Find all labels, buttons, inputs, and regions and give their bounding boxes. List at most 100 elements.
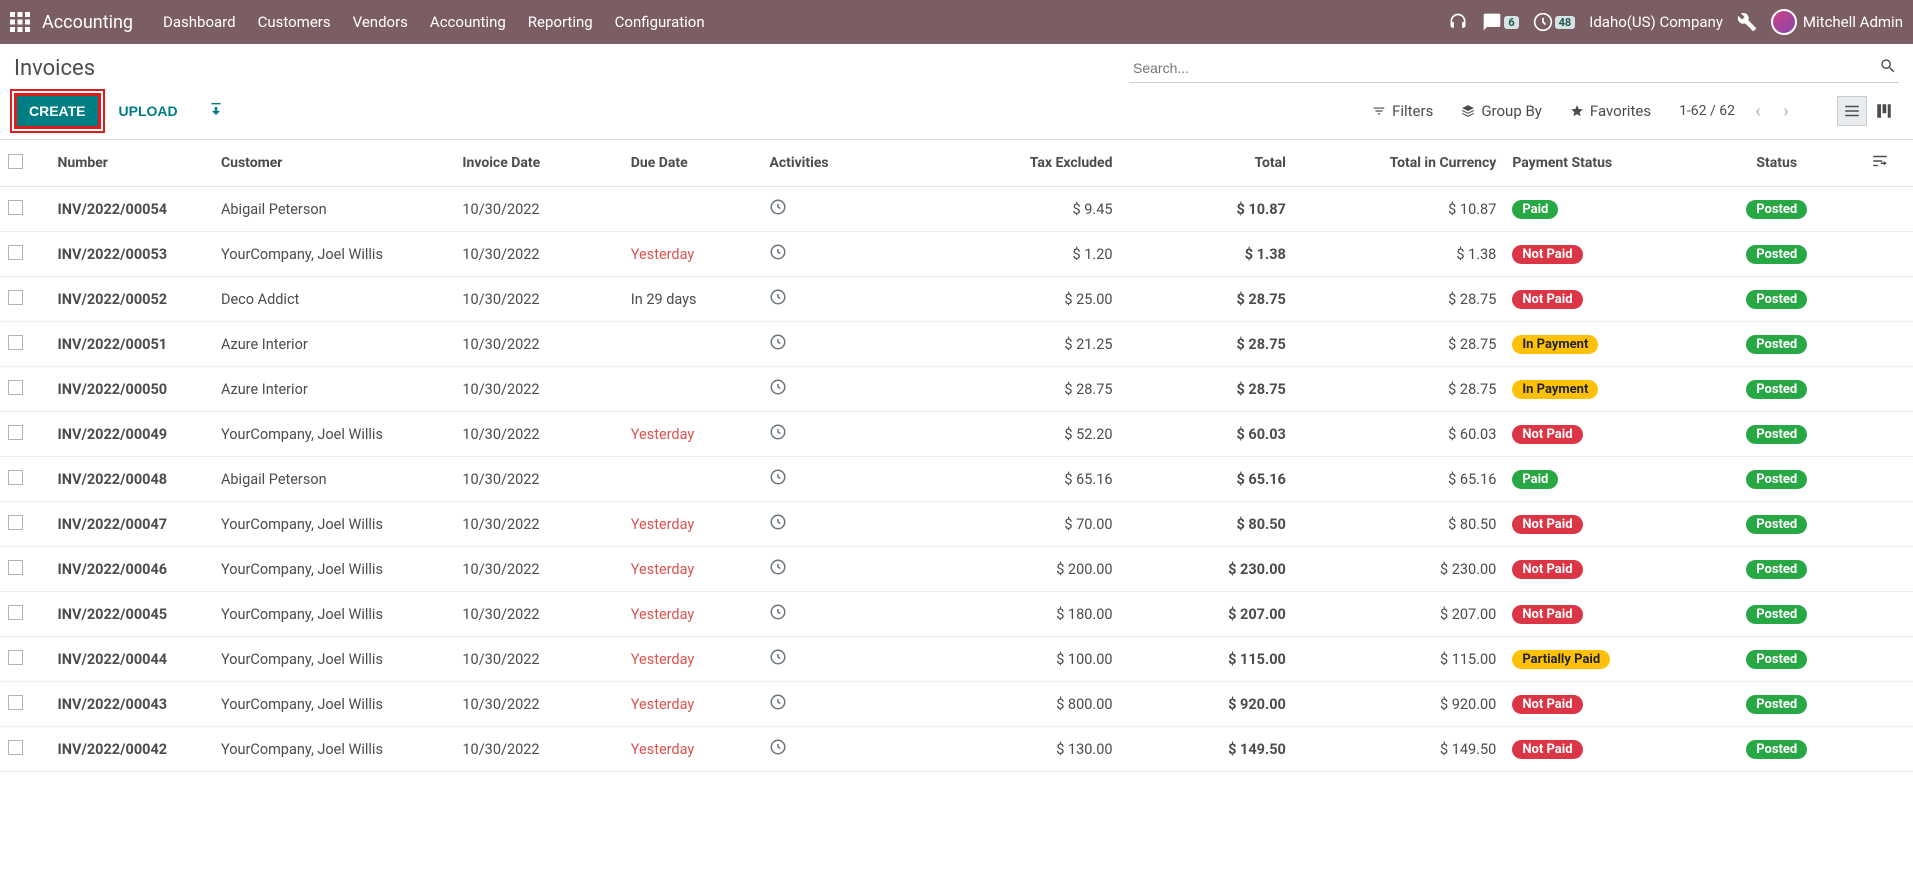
download-icon[interactable] — [208, 103, 224, 119]
nav-accounting[interactable]: Accounting — [430, 13, 506, 31]
company-switcher[interactable]: Idaho(US) Company — [1589, 13, 1723, 31]
th-activities[interactable]: Activities — [761, 140, 910, 187]
cell-activity[interactable] — [761, 547, 910, 592]
table-row[interactable]: INV/2022/00048Abigail Peterson10/30/2022… — [0, 457, 1913, 502]
cell-activity[interactable] — [761, 727, 910, 772]
nav-dashboard[interactable]: Dashboard — [163, 13, 236, 31]
support-icon[interactable] — [1448, 12, 1468, 32]
table-row[interactable]: INV/2022/00047YourCompany, Joel Willis10… — [0, 502, 1913, 547]
th-total[interactable]: Total — [1121, 140, 1294, 187]
app-title[interactable]: Accounting — [42, 12, 133, 33]
cell-currency: $ 28.75 — [1294, 277, 1504, 322]
th-invoice-date[interactable]: Invoice Date — [454, 140, 622, 187]
cell-tax: $ 200.00 — [910, 547, 1120, 592]
cell-customer: YourCompany, Joel Willis — [213, 232, 454, 277]
nav-configuration[interactable]: Configuration — [615, 13, 705, 31]
cell-due-date — [623, 367, 762, 412]
cell-payment-status: Not Paid — [1504, 232, 1690, 277]
cell-activity[interactable] — [761, 367, 910, 412]
cell-activity[interactable] — [761, 637, 910, 682]
row-checkbox[interactable] — [8, 245, 23, 260]
pager-prev[interactable]: ‹ — [1745, 98, 1771, 124]
cell-total: $ 80.50 — [1121, 502, 1294, 547]
cell-due-date: Yesterday — [623, 682, 762, 727]
row-checkbox[interactable] — [8, 380, 23, 395]
th-tax-excluded[interactable]: Tax Excluded — [910, 140, 1120, 187]
cell-due-date: Yesterday — [623, 502, 762, 547]
cell-activity[interactable] — [761, 232, 910, 277]
view-kanban-button[interactable] — [1869, 96, 1899, 126]
cell-activity[interactable] — [761, 457, 910, 502]
table-row[interactable]: INV/2022/00052Deco Addict10/30/2022In 29… — [0, 277, 1913, 322]
cell-activity[interactable] — [761, 682, 910, 727]
debug-icon[interactable] — [1737, 12, 1757, 32]
pager-text[interactable]: 1-62 / 62 — [1679, 103, 1735, 119]
view-list-button[interactable] — [1837, 96, 1867, 126]
table-row[interactable]: INV/2022/00045YourCompany, Joel Willis10… — [0, 592, 1913, 637]
cell-payment-status: Paid — [1504, 457, 1690, 502]
row-checkbox[interactable] — [8, 560, 23, 575]
row-checkbox[interactable] — [8, 200, 23, 215]
pager-next[interactable]: › — [1773, 98, 1799, 124]
select-all-checkbox[interactable] — [8, 154, 23, 169]
cell-customer: Abigail Peterson — [213, 457, 454, 502]
th-customer[interactable]: Customer — [213, 140, 454, 187]
table-row[interactable]: INV/2022/00053YourCompany, Joel Willis10… — [0, 232, 1913, 277]
create-button[interactable]: CREATE — [14, 93, 101, 129]
row-checkbox[interactable] — [8, 335, 23, 350]
cell-tax: $ 1.20 — [910, 232, 1120, 277]
row-checkbox[interactable] — [8, 470, 23, 485]
cell-activity[interactable] — [761, 187, 910, 232]
cell-number: INV/2022/00054 — [50, 187, 213, 232]
th-total-currency[interactable]: Total in Currency — [1294, 140, 1504, 187]
column-settings-icon[interactable] — [1871, 152, 1889, 170]
cell-invoice-date: 10/30/2022 — [454, 412, 622, 457]
row-checkbox[interactable] — [8, 515, 23, 530]
row-checkbox[interactable] — [8, 650, 23, 665]
cell-activity[interactable] — [761, 592, 910, 637]
cell-invoice-date: 10/30/2022 — [454, 322, 622, 367]
cell-number: INV/2022/00049 — [50, 412, 213, 457]
cell-tax: $ 21.25 — [910, 322, 1120, 367]
table-row[interactable]: INV/2022/00050Azure Interior10/30/2022$ … — [0, 367, 1913, 412]
row-checkbox[interactable] — [8, 290, 23, 305]
cell-customer: YourCompany, Joel Willis — [213, 547, 454, 592]
upload-button[interactable]: UPLOAD — [107, 96, 190, 126]
th-status[interactable]: Status — [1690, 140, 1863, 187]
table-row[interactable]: INV/2022/00044YourCompany, Joel Willis10… — [0, 637, 1913, 682]
cell-activity[interactable] — [761, 502, 910, 547]
cell-tax: $ 25.00 — [910, 277, 1120, 322]
table-row[interactable]: INV/2022/00043YourCompany, Joel Willis10… — [0, 682, 1913, 727]
cell-activity[interactable] — [761, 322, 910, 367]
user-menu[interactable]: Mitchell Admin — [1771, 9, 1903, 35]
table-row[interactable]: INV/2022/00054Abigail Peterson10/30/2022… — [0, 187, 1913, 232]
table-row[interactable]: INV/2022/00042YourCompany, Joel Willis10… — [0, 727, 1913, 772]
messages-icon[interactable]: 6 — [1482, 12, 1518, 32]
cell-number: INV/2022/00047 — [50, 502, 213, 547]
group-by-button[interactable]: Group By — [1461, 102, 1542, 120]
favorites-button[interactable]: Favorites — [1570, 102, 1651, 120]
row-checkbox[interactable] — [8, 695, 23, 710]
filters-button[interactable]: Filters — [1372, 102, 1433, 120]
row-checkbox[interactable] — [8, 425, 23, 440]
nav-customers[interactable]: Customers — [258, 13, 331, 31]
cell-due-date: Yesterday — [623, 727, 762, 772]
apps-icon[interactable] — [10, 12, 30, 32]
table-row[interactable]: INV/2022/00049YourCompany, Joel Willis10… — [0, 412, 1913, 457]
cell-activity[interactable] — [761, 277, 910, 322]
nav-reporting[interactable]: Reporting — [528, 13, 593, 31]
search-icon[interactable] — [1879, 57, 1897, 75]
activities-icon[interactable]: 48 — [1533, 12, 1576, 32]
search-input[interactable] — [1129, 54, 1899, 83]
cell-currency: $ 920.00 — [1294, 682, 1504, 727]
th-number[interactable]: Number — [50, 140, 213, 187]
th-due-date[interactable]: Due Date — [623, 140, 762, 187]
row-checkbox[interactable] — [8, 605, 23, 620]
table-row[interactable]: INV/2022/00046YourCompany, Joel Willis10… — [0, 547, 1913, 592]
cell-activity[interactable] — [761, 412, 910, 457]
table-row[interactable]: INV/2022/00051Azure Interior10/30/2022$ … — [0, 322, 1913, 367]
nav-vendors[interactable]: Vendors — [353, 13, 408, 31]
cell-invoice-date: 10/30/2022 — [454, 682, 622, 727]
row-checkbox[interactable] — [8, 740, 23, 755]
th-payment-status[interactable]: Payment Status — [1504, 140, 1690, 187]
